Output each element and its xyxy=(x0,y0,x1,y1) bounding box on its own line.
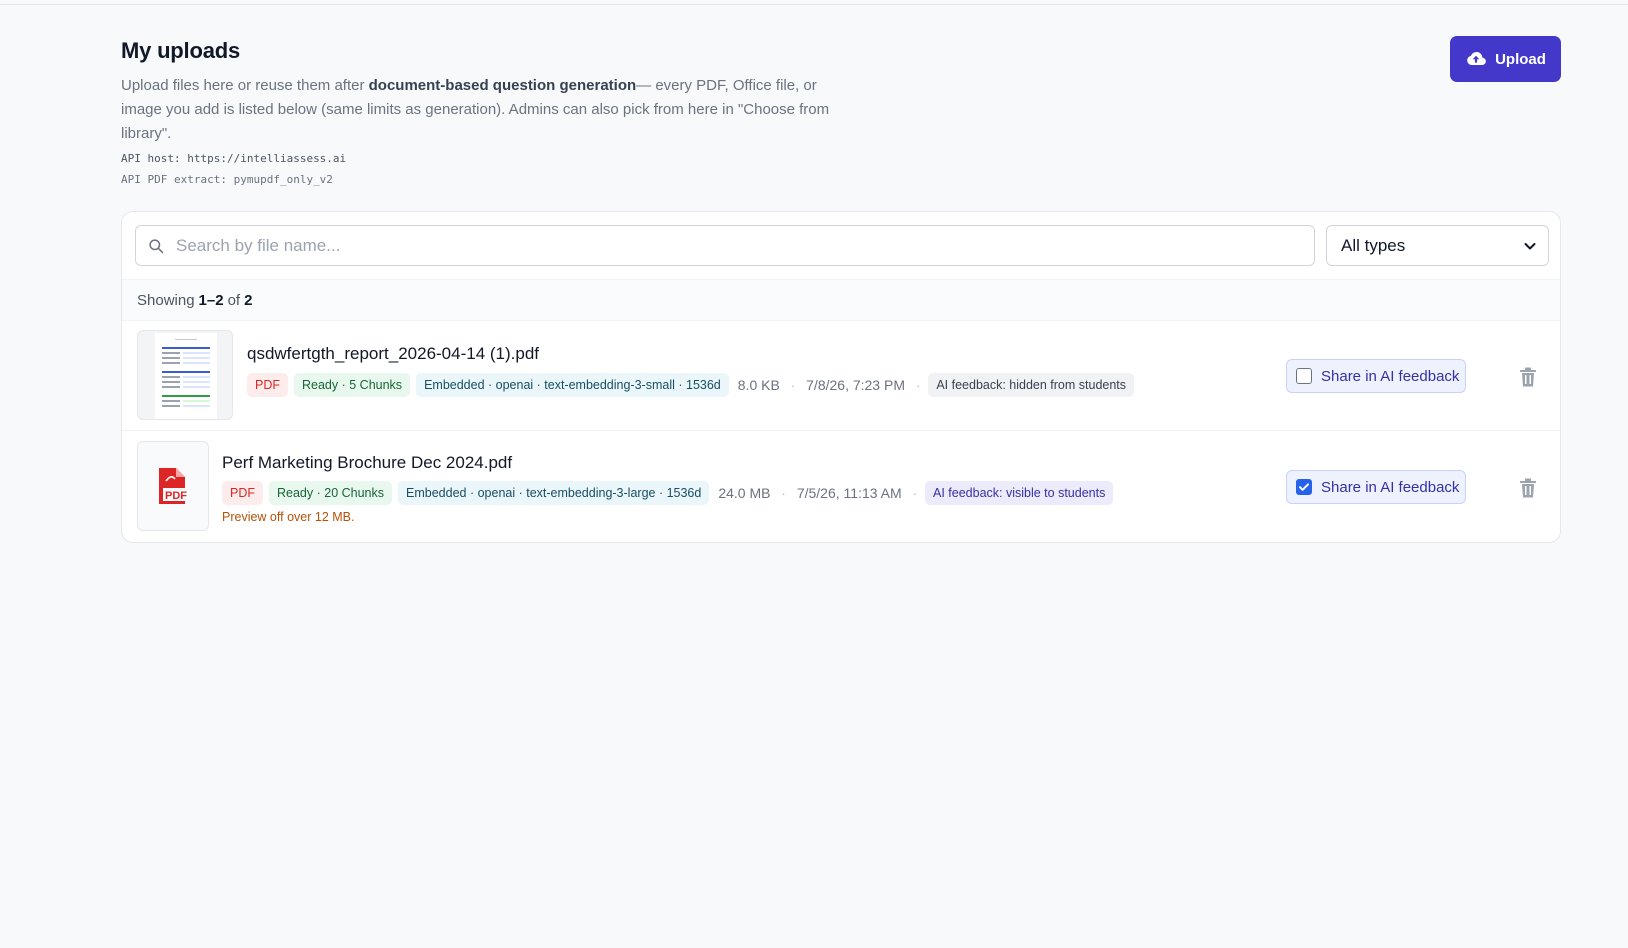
file-size: 8.0 KB xyxy=(737,377,780,393)
api-pdf-extract-line: API PDF extract: pymupdf_only_v2 xyxy=(121,173,333,186)
page-title: My uploads xyxy=(121,38,241,63)
file-name[interactable]: qsdwfertgth_report_2026-04-14 (1).pdf xyxy=(247,344,539,364)
api-host-line: API host: https://intelliassess.ai xyxy=(121,152,347,165)
file-type-selected: All types xyxy=(1341,235,1406,255)
separator-dot: · xyxy=(912,485,917,501)
upload-date: 7/8/26, 7:23 PM xyxy=(806,377,905,393)
separator-dot: · xyxy=(781,485,786,501)
uploads-panel: All types Showing 1–2 of 2 xyxy=(121,211,1561,543)
file-meta: PDF Ready · 5 Chunks Embedded · openai ·… xyxy=(247,373,1135,397)
pdf-thumbnail[interactable]: PDF PDF xyxy=(137,441,209,531)
search-input[interactable] xyxy=(176,226,1306,265)
share-ai-feedback-toggle[interactable]: Share in AI feedback xyxy=(1286,470,1466,504)
svg-text:PDF: PDF xyxy=(165,490,187,502)
upload-button-label: Upload xyxy=(1495,50,1546,68)
status-badge: Ready · 5 Chunks xyxy=(294,373,411,397)
file-meta: PDF Ready · 20 Chunks Embedded · openai … xyxy=(222,481,1114,505)
share-ai-feedback-toggle[interactable]: Share in AI feedback xyxy=(1286,359,1466,393)
emphasis-text: document-based question generation xyxy=(368,77,637,94)
trash-icon[interactable] xyxy=(1519,367,1537,387)
document-thumbnail[interactable] xyxy=(137,330,233,420)
file-size: 24.0 MB xyxy=(718,485,771,501)
pdf-file-icon: PDF PDF xyxy=(159,468,190,504)
top-divider xyxy=(0,4,1628,5)
search-icon xyxy=(149,239,164,254)
share-checkbox[interactable] xyxy=(1296,368,1312,384)
embedding-badge: Embedded · openai · text-embedding-3-lar… xyxy=(398,481,710,505)
file-type-badge: PDF xyxy=(222,481,263,505)
trash-icon[interactable] xyxy=(1519,478,1537,498)
file-row: qsdwfertgth_report_2026-04-14 (1).pdf PD… xyxy=(122,322,1560,431)
page-header: My uploads Upload files here or reuse th… xyxy=(121,38,1561,186)
results-count: Showing 1–2 of 2 xyxy=(122,279,1560,321)
cloud-upload-icon xyxy=(1467,51,1486,65)
status-badge: Ready · 20 Chunks xyxy=(269,481,393,505)
separator-dot: · xyxy=(790,377,796,393)
upload-date: 7/5/26, 11:13 AM xyxy=(796,485,902,501)
checkmark-icon xyxy=(1299,483,1309,491)
upload-button[interactable]: Upload xyxy=(1450,36,1561,82)
search-box[interactable] xyxy=(135,225,1315,266)
page-description: Upload files here or reuse them after do… xyxy=(121,77,830,142)
file-row: PDF PDF Perf Marketing Brochure Dec 2024… xyxy=(122,432,1560,543)
ai-feedback-badge: AI feedback: hidden from students xyxy=(928,373,1135,397)
chevron-down-icon xyxy=(1524,243,1536,250)
file-name[interactable]: Perf Marketing Brochure Dec 2024.pdf xyxy=(222,453,512,473)
share-checkbox[interactable] xyxy=(1296,479,1312,495)
file-type-badge: PDF xyxy=(247,373,288,397)
share-label: Share in AI feedback xyxy=(1321,367,1460,385)
file-type-select[interactable]: All types xyxy=(1326,225,1549,266)
separator-dot: · xyxy=(915,377,921,393)
ai-feedback-badge: AI feedback: visible to students xyxy=(925,481,1114,505)
embedding-badge: Embedded · openai · text-embedding-3-sma… xyxy=(416,373,729,397)
preview-note: Preview off over 12 MB. xyxy=(222,510,355,524)
share-label: Share in AI feedback xyxy=(1321,478,1460,496)
